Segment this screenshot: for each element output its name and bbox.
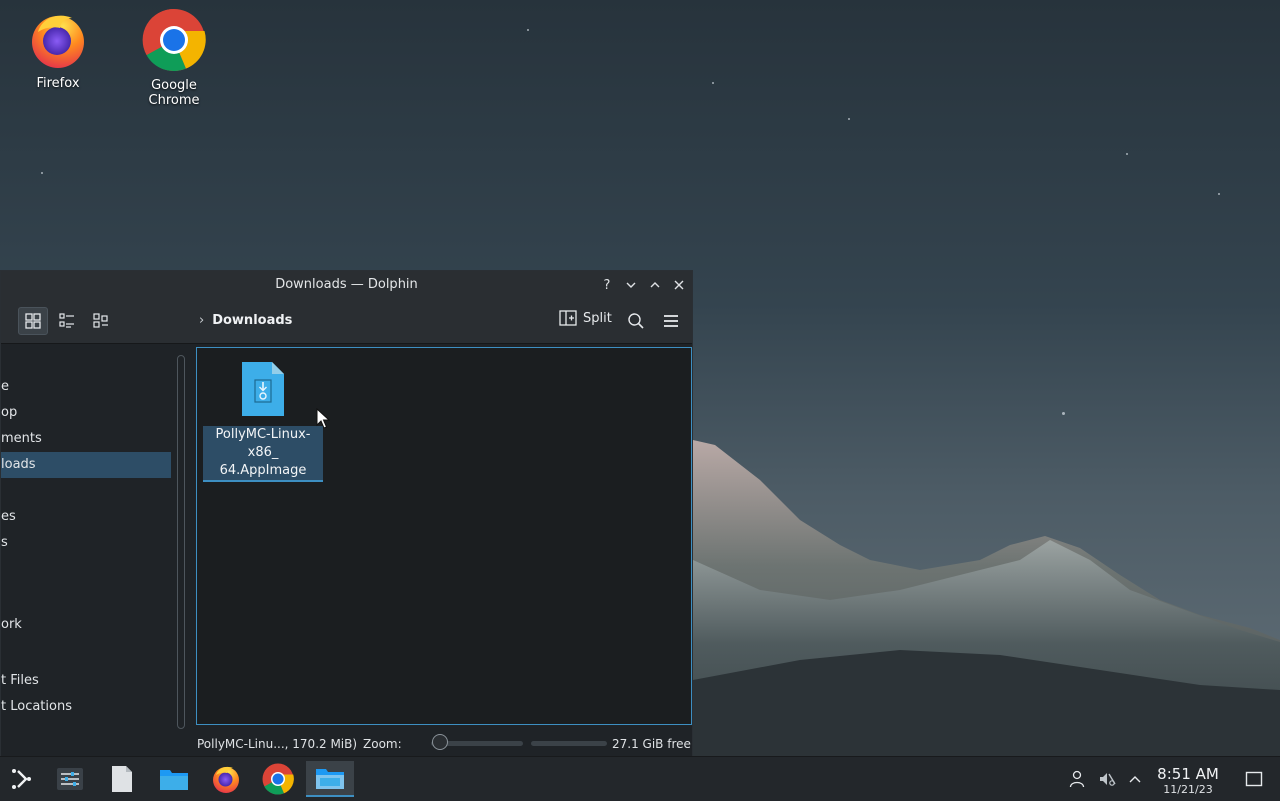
status-bar: PollyMC-Linu..., 170.2 MiB) Zoom: 27.1 G…: [1, 729, 692, 759]
sidebar-item-recent-files[interactable]: t Files: [1, 668, 171, 694]
file-view[interactable]: PollyMC-Linux-x86_ 64.AppImage: [196, 347, 692, 725]
taskbar-chrome[interactable]: [256, 761, 300, 797]
details-view-icon: [59, 313, 74, 328]
sidebar-item-pictures[interactable]: es: [1, 504, 171, 530]
sidebar-item-label: t Locations: [1, 699, 72, 714]
free-space-bar: [531, 741, 607, 746]
window-title: Downloads — Dolphin: [275, 277, 418, 292]
file-name-line: 64.AppImage: [219, 463, 307, 478]
sidebar-item-label: s: [1, 535, 8, 550]
search-icon[interactable]: [625, 310, 647, 332]
free-space-text: 27.1 GiB free: [612, 737, 691, 751]
firefox-icon: [32, 15, 84, 68]
firefox-icon: [213, 766, 239, 793]
sidebar-item-label: loads: [1, 457, 36, 472]
icons-view-icon: [25, 313, 41, 329]
dolphin-window: Downloads — Dolphin ? › Downloads Split …: [0, 270, 693, 760]
hamburger-menu-icon[interactable]: [660, 310, 682, 332]
sidebar-item-label: ments: [1, 431, 42, 446]
minimize-icon[interactable]: [622, 276, 640, 294]
app-launcher-icon: [12, 769, 31, 789]
close-icon[interactable]: [670, 276, 688, 294]
sidebar-item-home[interactable]: e: [1, 374, 171, 400]
file-name-line: PollyMC-Linux-x86_: [215, 427, 311, 460]
app-launcher-button[interactable]: [0, 761, 44, 797]
sidebar-item-label: t Files: [1, 673, 39, 688]
mouse-cursor-icon: [316, 408, 330, 429]
taskbar-firefox[interactable]: [204, 761, 248, 797]
zoom-slider-handle[interactable]: [432, 734, 448, 750]
chrome-icon: [142, 8, 206, 72]
sidebar-item-label: ork: [1, 617, 22, 632]
taskbar-folder[interactable]: [152, 761, 196, 797]
selection-info: PollyMC-Linu..., 170.2 MiB): [197, 737, 358, 751]
chrome-icon: [262, 763, 294, 795]
desktop-icon-chrome[interactable]: Google Chrome: [124, 8, 224, 108]
details-view-button[interactable]: [52, 307, 82, 335]
user-icon[interactable]: [1067, 769, 1087, 789]
dolphin-file-manager-icon: [316, 769, 344, 789]
places-sidebar: e op ments loads es s ork t Files t Loca…: [1, 344, 171, 734]
help-icon[interactable]: ?: [598, 276, 616, 294]
compact-view-icon: [93, 313, 108, 328]
sidebar-scrollbar[interactable]: [177, 355, 185, 729]
show-desktop-icon[interactable]: [1244, 769, 1264, 789]
sidebar-item-recent-locations[interactable]: t Locations: [1, 694, 171, 720]
folder-icon: [160, 770, 188, 790]
split-label: Split: [583, 310, 612, 326]
clock-time[interactable]: 8:51 AM: [1150, 765, 1226, 783]
desktop-icon-label: Google Chrome: [148, 78, 200, 108]
desktop-icon-firefox[interactable]: Firefox: [8, 10, 108, 91]
toolbar: › Downloads Split: [1, 299, 692, 344]
sidebar-item-videos[interactable]: s: [1, 530, 171, 556]
sidebar-item-label: e: [1, 379, 9, 394]
sidebar-item-network[interactable]: ork: [1, 612, 171, 638]
sidebar-item-desktop[interactable]: op: [1, 400, 171, 426]
chevron-right-icon: ›: [199, 313, 205, 328]
desktop-icon-label: Firefox: [36, 76, 80, 91]
window-titlebar[interactable]: Downloads — Dolphin ?: [1, 271, 692, 299]
compact-view-button[interactable]: [86, 307, 116, 335]
split-button[interactable]: Split: [559, 309, 612, 327]
taskbar-dolphin[interactable]: [306, 761, 354, 797]
maximize-icon[interactable]: [646, 276, 664, 294]
taskbar-system-settings[interactable]: [48, 761, 92, 797]
sidebar-item-label: op: [1, 405, 18, 420]
system-settings-icon: [57, 768, 83, 790]
taskbar-text-file[interactable]: [100, 761, 144, 797]
file-item[interactable]: PollyMC-Linux-x86_ 64.AppImage: [203, 360, 323, 482]
text-file-icon: [112, 766, 132, 792]
taskbar: 8:51 AM 11/21/23: [0, 756, 1280, 801]
clock-date[interactable]: 11/21/23: [1150, 783, 1226, 796]
chevron-up-icon[interactable]: [1125, 769, 1145, 789]
zoom-label: Zoom:: [363, 737, 402, 751]
breadcrumb-current[interactable]: Downloads: [212, 313, 292, 328]
split-view-icon: [559, 310, 577, 326]
breadcrumb[interactable]: › Downloads: [199, 313, 292, 328]
icons-view-button[interactable]: [18, 307, 48, 335]
sidebar-item-downloads[interactable]: loads: [1, 452, 171, 478]
file-name[interactable]: PollyMC-Linux-x86_ 64.AppImage: [203, 426, 323, 482]
sidebar-item-documents[interactable]: ments: [1, 426, 171, 452]
appimage-file-icon: [242, 362, 284, 416]
volume-muted-icon[interactable]: [1097, 769, 1117, 789]
sidebar-item-label: es: [1, 509, 16, 524]
